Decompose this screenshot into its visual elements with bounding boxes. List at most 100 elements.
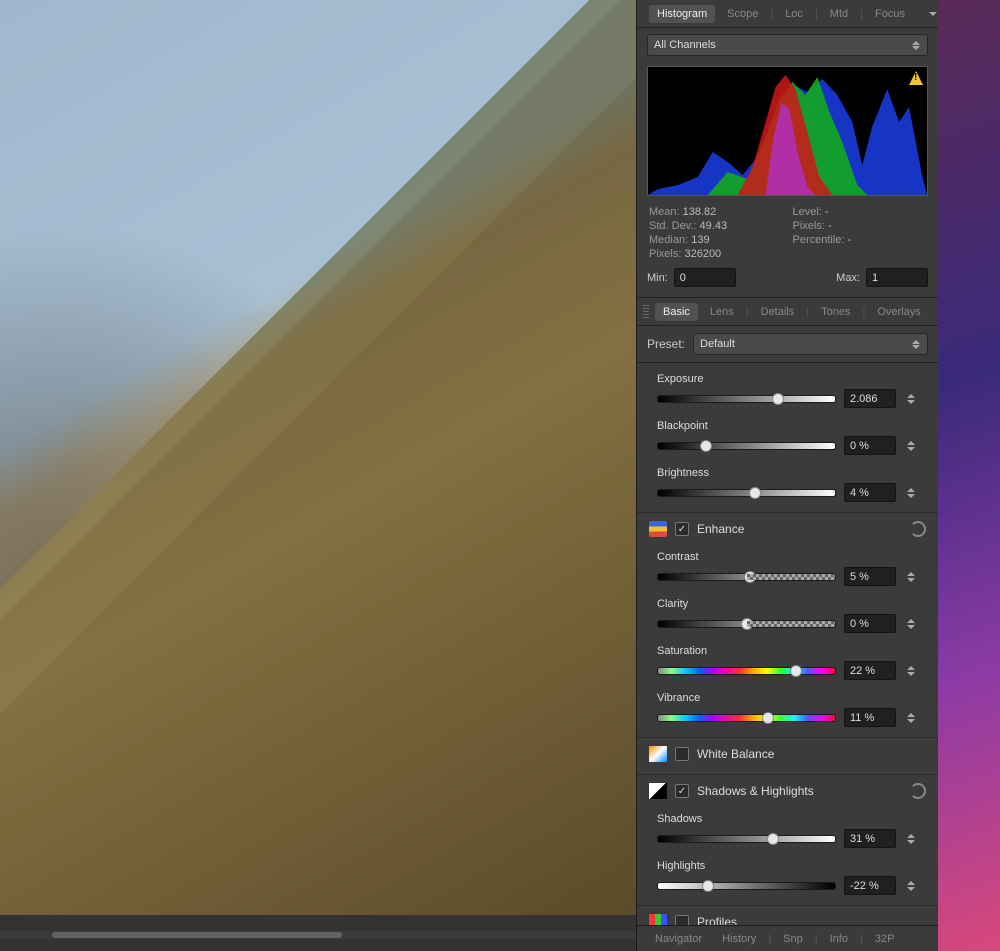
channels-dropdown[interactable]: All Channels bbox=[647, 34, 928, 56]
vibrance-slider[interactable] bbox=[657, 714, 836, 722]
enhance-icon bbox=[649, 521, 667, 537]
contrast-value[interactable]: 5 % bbox=[844, 567, 896, 586]
saturation-stepper[interactable] bbox=[904, 666, 918, 676]
scrollbar-thumb[interactable] bbox=[52, 932, 342, 938]
clarity-value[interactable]: 0 % bbox=[844, 614, 896, 633]
exposure-slider[interactable] bbox=[657, 395, 836, 403]
tab-history[interactable]: History bbox=[714, 930, 764, 948]
saturation-slider[interactable] bbox=[657, 667, 836, 675]
shadows-highlights-label: Shadows & Highlights bbox=[697, 784, 814, 798]
blackpoint-stepper[interactable] bbox=[904, 441, 918, 451]
shadows-highlights-icon bbox=[649, 783, 667, 799]
highlights-value[interactable]: -22 % bbox=[844, 876, 896, 895]
channels-dropdown-label: All Channels bbox=[654, 39, 716, 51]
clarity-slider[interactable] bbox=[657, 620, 836, 628]
exposure-group: Exposure 2.086 bbox=[637, 367, 938, 414]
white-balance-icon bbox=[649, 746, 667, 762]
blackpoint-value[interactable]: 0 % bbox=[844, 436, 896, 455]
white-balance-checkbox[interactable] bbox=[675, 747, 689, 761]
side-panel: Histogram Scope | Loc | Mtd | Focus All … bbox=[636, 0, 938, 951]
collapse-arrow-icon[interactable] bbox=[929, 12, 937, 16]
highlights-slider[interactable] bbox=[657, 882, 836, 890]
shadows-highlights-reset-icon[interactable] bbox=[910, 783, 926, 799]
brightness-slider[interactable] bbox=[657, 489, 836, 497]
stat-px: - bbox=[828, 220, 832, 232]
tab-snp[interactable]: Snp bbox=[775, 930, 811, 948]
tab-loc[interactable]: Loc bbox=[777, 5, 811, 23]
shadows-slider[interactable] bbox=[657, 835, 836, 843]
tab-32p[interactable]: 32P bbox=[867, 930, 903, 948]
stat-stddev: 49.43 bbox=[700, 220, 728, 232]
image-viewport[interactable] bbox=[0, 0, 636, 951]
shadows-highlights-checkbox[interactable]: ✓ bbox=[675, 784, 689, 798]
exposure-stepper[interactable] bbox=[904, 394, 918, 404]
profiles-label: Profiles bbox=[697, 915, 737, 925]
tab-mtd[interactable]: Mtd bbox=[822, 5, 856, 23]
stat-pixels: 326200 bbox=[684, 248, 721, 260]
vibrance-value[interactable]: 11 % bbox=[844, 708, 896, 727]
vibrance-label: Vibrance bbox=[657, 692, 918, 704]
clarity-group: Clarity 0 % bbox=[637, 592, 938, 639]
saturation-value[interactable]: 22 % bbox=[844, 661, 896, 680]
shadows-stepper[interactable] bbox=[904, 834, 918, 844]
contrast-slider[interactable] bbox=[657, 573, 836, 581]
top-tab-bar: Histogram Scope | Loc | Mtd | Focus bbox=[637, 0, 938, 28]
histogram-stats: Mean: 138.82 Std. Dev.: 49.43 Median: 13… bbox=[637, 202, 938, 264]
highlights-group: Highlights -22 % bbox=[637, 854, 938, 901]
drag-handle-icon[interactable] bbox=[643, 305, 649, 319]
bottom-tab-bar: Navigator History | Snp | Info | 32P bbox=[637, 925, 938, 951]
enhance-checkbox[interactable]: ✓ bbox=[675, 522, 689, 536]
blackpoint-group: Blackpoint 0 % bbox=[637, 414, 938, 461]
max-input[interactable] bbox=[866, 268, 928, 287]
white-balance-label: White Balance bbox=[697, 747, 774, 761]
tab-overlays[interactable]: Overlays bbox=[869, 303, 928, 321]
enhance-reset-icon[interactable] bbox=[910, 521, 926, 537]
tab-navigator[interactable]: Navigator bbox=[647, 930, 710, 948]
preset-value: Default bbox=[700, 338, 735, 350]
tab-scope[interactable]: Scope bbox=[719, 5, 766, 23]
exposure-value[interactable]: 2.086 bbox=[844, 389, 896, 408]
saturation-label: Saturation bbox=[657, 645, 918, 657]
sliders-scroll[interactable]: Exposure 2.086 Blackpoint 0 % Brightness… bbox=[637, 363, 938, 925]
profiles-header: Profiles bbox=[637, 905, 938, 925]
blackpoint-slider[interactable] bbox=[657, 442, 836, 450]
tab-basic[interactable]: Basic bbox=[655, 303, 698, 321]
min-input[interactable] bbox=[674, 268, 736, 287]
shadows-value[interactable]: 31 % bbox=[844, 829, 896, 848]
tab-details[interactable]: Details bbox=[753, 303, 803, 321]
tab-lens[interactable]: Lens bbox=[702, 303, 742, 321]
stat-median: 139 bbox=[691, 234, 709, 246]
saturation-group: Saturation 22 % bbox=[637, 639, 938, 686]
shadows-label: Shadows bbox=[657, 813, 918, 825]
profiles-icon bbox=[649, 914, 667, 925]
tab-tones[interactable]: Tones bbox=[813, 303, 858, 321]
brightness-group: Brightness 4 % bbox=[637, 461, 938, 508]
brightness-value[interactable]: 4 % bbox=[844, 483, 896, 502]
brightness-label: Brightness bbox=[657, 467, 918, 479]
canvas-area bbox=[0, 0, 636, 951]
enhance-header: ✓ Enhance bbox=[637, 512, 938, 545]
stat-mean: 138.82 bbox=[683, 206, 717, 218]
profiles-checkbox[interactable] bbox=[675, 915, 689, 925]
preset-dropdown[interactable]: Default bbox=[693, 333, 928, 355]
clarity-label: Clarity bbox=[657, 598, 918, 610]
adjustment-tab-bar: Basic Lens | Details | Tones | Overlays bbox=[637, 298, 938, 326]
contrast-label: Contrast bbox=[657, 551, 918, 563]
enhance-label: Enhance bbox=[697, 522, 744, 536]
tab-info[interactable]: Info bbox=[822, 930, 856, 948]
horizontal-scrollbar[interactable] bbox=[0, 931, 636, 939]
tab-histogram[interactable]: Histogram bbox=[649, 5, 715, 23]
white-balance-header: White Balance bbox=[637, 737, 938, 770]
histogram-display[interactable] bbox=[647, 66, 928, 196]
clarity-stepper[interactable] bbox=[904, 619, 918, 629]
vibrance-stepper[interactable] bbox=[904, 713, 918, 723]
tab-focus[interactable]: Focus bbox=[867, 5, 913, 23]
stat-pct: - bbox=[848, 234, 852, 246]
min-label: Min: bbox=[647, 272, 668, 284]
highlights-stepper[interactable] bbox=[904, 881, 918, 891]
brightness-stepper[interactable] bbox=[904, 488, 918, 498]
preset-label: Preset: bbox=[647, 337, 685, 351]
contrast-stepper[interactable] bbox=[904, 572, 918, 582]
shadows-group: Shadows 31 % bbox=[637, 807, 938, 854]
vibrance-group: Vibrance 11 % bbox=[637, 686, 938, 733]
